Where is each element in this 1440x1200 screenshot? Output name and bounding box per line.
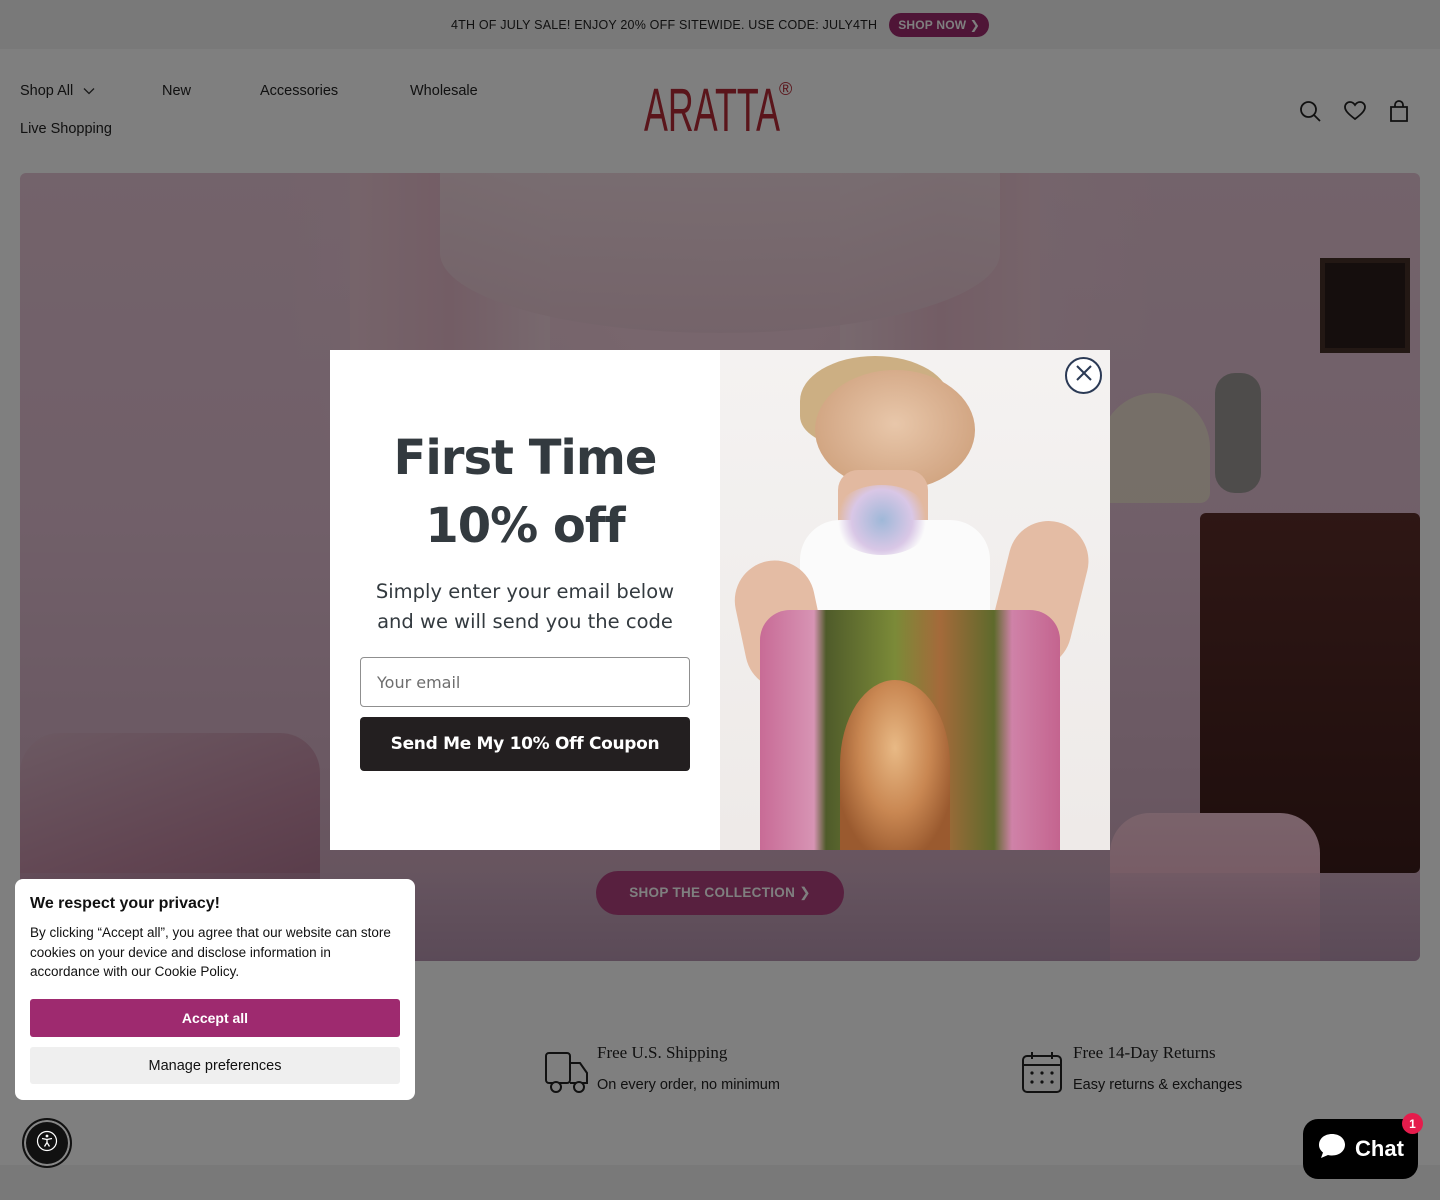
- popup-heading-line1: First Time: [393, 430, 658, 486]
- popup-form-panel: First Time 10% off Simply enter your ema…: [330, 350, 720, 850]
- close-icon: [1075, 364, 1093, 387]
- accessibility-button[interactable]: [22, 1118, 72, 1168]
- chat-label: Chat: [1355, 1136, 1404, 1161]
- chat-bubble-icon: [1317, 1132, 1347, 1166]
- cookie-title: We respect your privacy!: [30, 895, 221, 912]
- cookie-banner: We respect your privacy! By clicking “Ac…: [15, 879, 415, 1100]
- accessibility-icon: [36, 1130, 58, 1157]
- accept-all-button[interactable]: Accept all: [30, 999, 400, 1037]
- send-coupon-button[interactable]: Send Me My 10% Off Coupon: [360, 717, 690, 771]
- discount-popup: First Time 10% off Simply enter your ema…: [330, 350, 1110, 850]
- cookie-body: By clicking “Accept all”, you agree that…: [30, 925, 391, 979]
- image-detail: [832, 485, 932, 555]
- popup-heading-line2: 10% off: [425, 498, 625, 554]
- popup-model-image: [720, 350, 1110, 850]
- close-popup-button[interactable]: [1065, 357, 1102, 394]
- image-detail: [840, 680, 950, 850]
- chat-notification-badge: 1: [1402, 1113, 1423, 1134]
- popup-subtitle: Simply enter your email below and we wil…: [375, 580, 675, 633]
- manage-preferences-button[interactable]: Manage preferences: [30, 1047, 400, 1084]
- email-field[interactable]: [360, 657, 690, 707]
- chat-button[interactable]: Chat: [1303, 1119, 1418, 1179]
